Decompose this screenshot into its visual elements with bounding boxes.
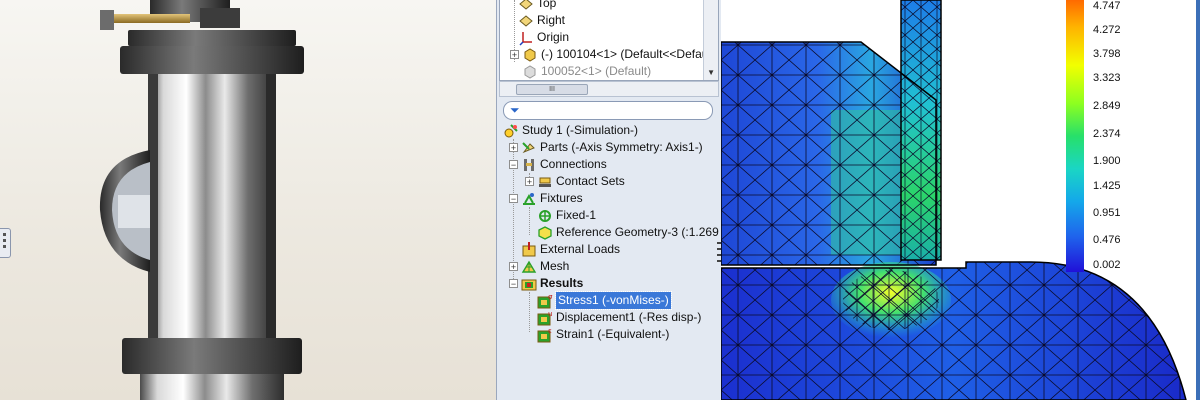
external-loads-icon: [521, 241, 537, 258]
collapse-toggle[interactable]: −: [509, 194, 518, 204]
legend-value: 4.747: [1093, 0, 1121, 12]
model-viewport[interactable]: [0, 0, 496, 400]
tree-item-label: Study 1 (-Simulation-): [522, 123, 639, 137]
tree-item-label: Strain1 (-Equivalent-): [556, 327, 670, 341]
origin-icon: [518, 30, 534, 46]
tree-item-external-loads[interactable]: External Loads: [521, 241, 620, 258]
part-icon: [522, 64, 538, 80]
contact-sets-icon: [537, 174, 553, 190]
legend-value: 3.798: [1093, 48, 1121, 60]
tree-item-study[interactable]: Study 1 (-Simulation-): [503, 122, 638, 139]
connections-icon: [521, 157, 537, 173]
window-border: [1196, 0, 1200, 400]
vertical-scrollbar[interactable]: ▼: [703, 0, 718, 80]
results-folder-icon: [521, 276, 537, 292]
parts-icon: [521, 140, 537, 156]
tree-item-parts[interactable]: Parts (-Axis Symmetry: Axis1-): [521, 139, 703, 156]
svg-text:ε: ε: [548, 327, 552, 335]
tree-item-label: Stress1 (-vonMises-): [555, 291, 672, 310]
tree-item-label: Top: [537, 0, 557, 10]
simulation-tree: Study 1 (-Simulation-) + Parts (-Axis Sy…: [499, 122, 732, 400]
panel-collapse-handle[interactable]: [0, 228, 11, 258]
legend-value: 1.900: [1093, 155, 1121, 167]
collapse-toggle[interactable]: −: [509, 279, 518, 289]
expand-toggle[interactable]: +: [509, 262, 518, 272]
expand-toggle[interactable]: +: [509, 143, 518, 153]
legend-value: 1.425: [1093, 180, 1121, 192]
svg-text:u: u: [548, 310, 552, 318]
feature-manager-panel: Top Right Origin + (-) 100104<1> (Defaul…: [496, 0, 732, 400]
tree-item-origin[interactable]: Origin: [518, 29, 569, 46]
stress-plot-icon: σ: [537, 293, 553, 309]
tree-item-label: Origin: [537, 30, 570, 44]
expand-toggle[interactable]: +: [510, 50, 519, 60]
tree-item-mesh[interactable]: Mesh: [521, 258, 569, 275]
tree-item-label: External Loads: [540, 242, 621, 256]
tree-item-label: Connections: [540, 157, 607, 171]
part-icon: [522, 47, 538, 63]
reference-geometry-icon: [537, 225, 553, 241]
study-icon: [503, 123, 519, 139]
stress-legend-colorbar: [1066, 0, 1084, 272]
filter-icon[interactable]: ⏷: [510, 104, 520, 116]
tree-item-part-100104[interactable]: (-) 100104<1> (Default<<Default: [522, 46, 714, 63]
tree-item-top-plane[interactable]: Top: [518, 0, 556, 12]
tree-item-fixed-1[interactable]: Fixed-1: [537, 207, 596, 224]
fixtures-icon: [521, 191, 537, 207]
tree-item-stress1[interactable]: σ Stress1 (-vonMises-): [537, 291, 672, 310]
tree-filter[interactable]: ⏷: [503, 101, 713, 120]
displacement-plot-icon: u: [537, 310, 553, 326]
strain-plot-icon: ε: [537, 327, 553, 343]
svg-text:σ: σ: [548, 293, 553, 301]
tree-item-label: Right: [537, 13, 566, 27]
legend-value: 0.002: [1093, 259, 1121, 271]
tree-item-fixtures[interactable]: Fixtures: [521, 190, 583, 207]
legend-value: 2.374: [1093, 128, 1121, 140]
tree-item-label: Contact Sets: [556, 174, 625, 188]
fea-result-viewport[interactable]: 4.747 4.272 3.798 3.323 2.849 2.374 1.90…: [721, 0, 1200, 400]
plane-icon: [518, 0, 534, 12]
legend-value: 0.476: [1093, 234, 1121, 246]
tree-item-label: Displacement1 (-Res disp-): [556, 310, 702, 324]
collapse-toggle[interactable]: −: [509, 160, 518, 170]
legend-value: 3.323: [1093, 72, 1121, 84]
tree-item-contact-sets[interactable]: Contact Sets: [537, 173, 625, 190]
tree-item-reference-geometry[interactable]: Reference Geometry-3 (:1.269 m: [537, 224, 732, 241]
tree-item-part-100052[interactable]: 100052<1> (Default): [522, 63, 651, 80]
tree-item-right-plane[interactable]: Right: [518, 12, 565, 29]
plane-icon: [518, 13, 534, 29]
tree-item-label: Parts (-Axis Symmetry: Axis1-): [540, 140, 703, 154]
tree-item-label: Mesh: [540, 259, 570, 273]
fixed-icon: [537, 208, 553, 224]
tree-item-strain1[interactable]: ε Strain1 (-Equivalent-): [537, 326, 669, 343]
scroll-thumb[interactable]: III: [516, 84, 588, 95]
tree-item-label: Results: [540, 276, 584, 290]
legend-value: 4.272: [1093, 24, 1121, 36]
tree-item-label: Fixtures: [540, 191, 583, 205]
tree-item-label: Reference Geometry-3 (:1.269 m: [556, 225, 733, 239]
tree-item-connections[interactable]: Connections: [521, 156, 607, 173]
scroll-down-arrow-icon[interactable]: ▼: [707, 68, 715, 77]
legend-value: 2.849: [1093, 100, 1121, 112]
horizontal-scrollbar[interactable]: III: [499, 81, 719, 97]
stress-contour-plot: [721, 0, 1187, 400]
tree-item-label: 100052<1> (Default): [541, 64, 652, 78]
tree-item-displacement1[interactable]: u Displacement1 (-Res disp-): [537, 309, 701, 326]
feature-tree: Top Right Origin + (-) 100104<1> (Defaul…: [499, 0, 719, 81]
mesh-icon: [521, 259, 537, 275]
valve-model-render: [99, 0, 304, 400]
expand-toggle[interactable]: +: [525, 177, 534, 187]
tree-item-label: (-) 100104<1> (Default<<Default: [541, 47, 715, 61]
tree-item-label: Fixed-1: [556, 208, 597, 222]
tree-item-results[interactable]: Results: [521, 275, 583, 292]
legend-value: 0.951: [1093, 207, 1121, 219]
